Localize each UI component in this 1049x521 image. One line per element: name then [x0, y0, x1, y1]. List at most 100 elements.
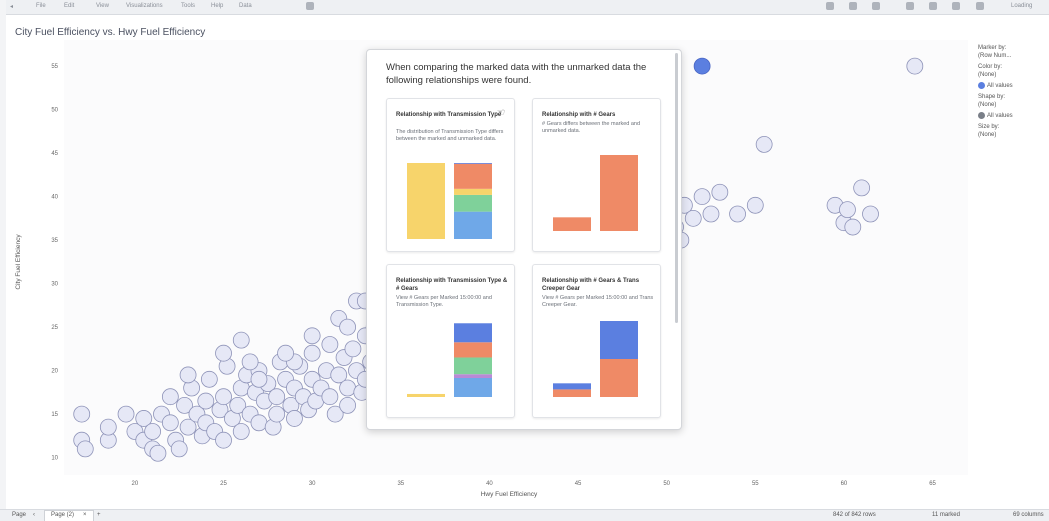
back-icon[interactable]: ◂: [10, 3, 13, 10]
data-point[interactable]: [303, 327, 321, 345]
y-tick-label: 55: [51, 64, 58, 70]
data-point[interactable]: [241, 353, 259, 371]
close-tab-icon[interactable]: ×: [83, 512, 87, 518]
x-axis-label: Hwy Fuel Efficiency: [481, 491, 538, 498]
relationship-card-transmission[interactable]: Relationship with Transmission Type The …: [386, 98, 515, 252]
marker-by-value[interactable]: (Row Num...: [978, 52, 1048, 60]
data-point[interactable]: [906, 57, 924, 75]
data-point[interactable]: [200, 370, 218, 388]
data-point[interactable]: [161, 414, 179, 432]
data-point[interactable]: [339, 396, 357, 414]
data-point[interactable]: [839, 201, 856, 219]
relationship-card-transmission-gears[interactable]: Relationship with Transmission Type & # …: [386, 264, 515, 418]
menu-bar: ◂ File Edit View Visualizations Tools He…: [6, 0, 1049, 15]
card-bar-chart: [407, 323, 492, 397]
data-point[interactable]: [117, 405, 135, 423]
data-point[interactable]: [73, 405, 91, 423]
size-by-value[interactable]: (None): [978, 131, 1048, 139]
data-point[interactable]: [711, 183, 729, 201]
menu-visualizations[interactable]: Visualizations: [126, 3, 163, 9]
bar-segment: [454, 378, 492, 397]
data-point[interactable]: [344, 340, 362, 358]
marker-by-label[interactable]: Marker by:: [978, 44, 1048, 52]
layout-icon[interactable]: [906, 2, 914, 10]
menu-data[interactable]: Data: [239, 3, 252, 9]
bar-segment: [553, 217, 591, 231]
data-point[interactable]: [684, 209, 702, 227]
data-point[interactable]: [161, 388, 179, 406]
relationship-card-gears-creeper[interactable]: Relationship with # Gears & Trans Creepe…: [532, 264, 661, 418]
menu-edit[interactable]: Edit: [64, 3, 74, 9]
data-point[interactable]: [286, 410, 303, 427]
data-point[interactable]: [215, 344, 232, 362]
y-tick-label: 25: [51, 325, 58, 331]
data-point[interactable]: [693, 188, 711, 206]
bookmark-icon[interactable]: [929, 2, 937, 10]
data-point[interactable]: [170, 440, 188, 458]
data-point[interactable]: [303, 344, 321, 362]
data-point[interactable]: [844, 218, 862, 236]
data-point[interactable]: [755, 136, 773, 153]
y-tick-label: 45: [51, 151, 58, 157]
menu-help[interactable]: Help: [211, 3, 223, 9]
relationship-card-gears[interactable]: Relationship with # Gears # Gears differ…: [532, 98, 661, 252]
shape-by-value[interactable]: (None): [978, 101, 1048, 109]
y-tick-label: 40: [51, 195, 58, 201]
data-point[interactable]: [268, 405, 286, 423]
more-icon[interactable]: [952, 2, 960, 10]
data-point[interactable]: [99, 418, 117, 436]
color-item-label: All values: [987, 83, 1013, 90]
data-point[interactable]: [232, 331, 250, 349]
bar-segment: [454, 163, 492, 189]
data-point[interactable]: [277, 344, 294, 362]
marked-data-point[interactable]: [693, 57, 711, 75]
data-point[interactable]: [215, 431, 232, 449]
search-icon[interactable]: [826, 2, 834, 10]
x-tick-label: 35: [397, 481, 404, 487]
data-point[interactable]: [702, 205, 720, 223]
popup-scrollbar[interactable]: [675, 53, 678, 323]
page-prev-icon[interactable]: ‹: [33, 512, 35, 518]
menu-view[interactable]: View: [96, 3, 109, 9]
data-point[interactable]: [862, 205, 879, 223]
data-point[interactable]: [215, 388, 232, 406]
data-point[interactable]: [149, 444, 167, 462]
page-tab[interactable]: Page (2) ×: [44, 510, 94, 521]
data-point[interactable]: [339, 379, 357, 397]
share-icon[interactable]: [872, 2, 880, 10]
app-window: ◂ File Edit View Visualizations Tools He…: [6, 0, 1049, 520]
size-by-label[interactable]: Size by:: [978, 123, 1048, 131]
data-point[interactable]: [250, 414, 268, 432]
shape-legend-item[interactable]: All values: [978, 112, 1048, 120]
data-point[interactable]: [853, 179, 871, 197]
bar-segment: [454, 357, 492, 375]
bar-segment: [454, 211, 492, 239]
color-by-label[interactable]: Color by:: [978, 63, 1048, 71]
relationships-popup: When comparing the marked data with the …: [366, 49, 682, 430]
undo-icon[interactable]: [306, 2, 314, 10]
data-point[interactable]: [179, 366, 197, 384]
menu-file[interactable]: File: [36, 3, 46, 9]
data-point[interactable]: [321, 336, 339, 353]
data-point[interactable]: [321, 388, 339, 406]
shape-item-label: All values: [987, 113, 1013, 120]
data-point[interactable]: [339, 318, 357, 336]
card-bar-chart: [407, 163, 492, 239]
add-page-icon[interactable]: +: [97, 512, 101, 518]
data-point[interactable]: [144, 423, 162, 440]
color-by-value[interactable]: (None): [978, 71, 1048, 79]
data-point[interactable]: [268, 388, 286, 406]
data-point[interactable]: [197, 392, 215, 410]
filter-icon[interactable]: [849, 2, 857, 10]
data-point[interactable]: [250, 370, 268, 388]
menu-tools[interactable]: Tools: [181, 3, 195, 9]
data-point[interactable]: [232, 423, 250, 440]
data-point[interactable]: [76, 440, 94, 458]
y-tick-label: 50: [51, 108, 58, 114]
data-point[interactable]: [746, 196, 764, 214]
settings-icon[interactable]: [976, 2, 984, 10]
data-point[interactable]: [729, 205, 746, 223]
chart-title: City Fuel Efficiency vs. Hwy Fuel Effici…: [15, 27, 206, 38]
shape-by-label[interactable]: Shape by:: [978, 93, 1048, 101]
color-legend-item[interactable]: All values: [978, 82, 1048, 90]
